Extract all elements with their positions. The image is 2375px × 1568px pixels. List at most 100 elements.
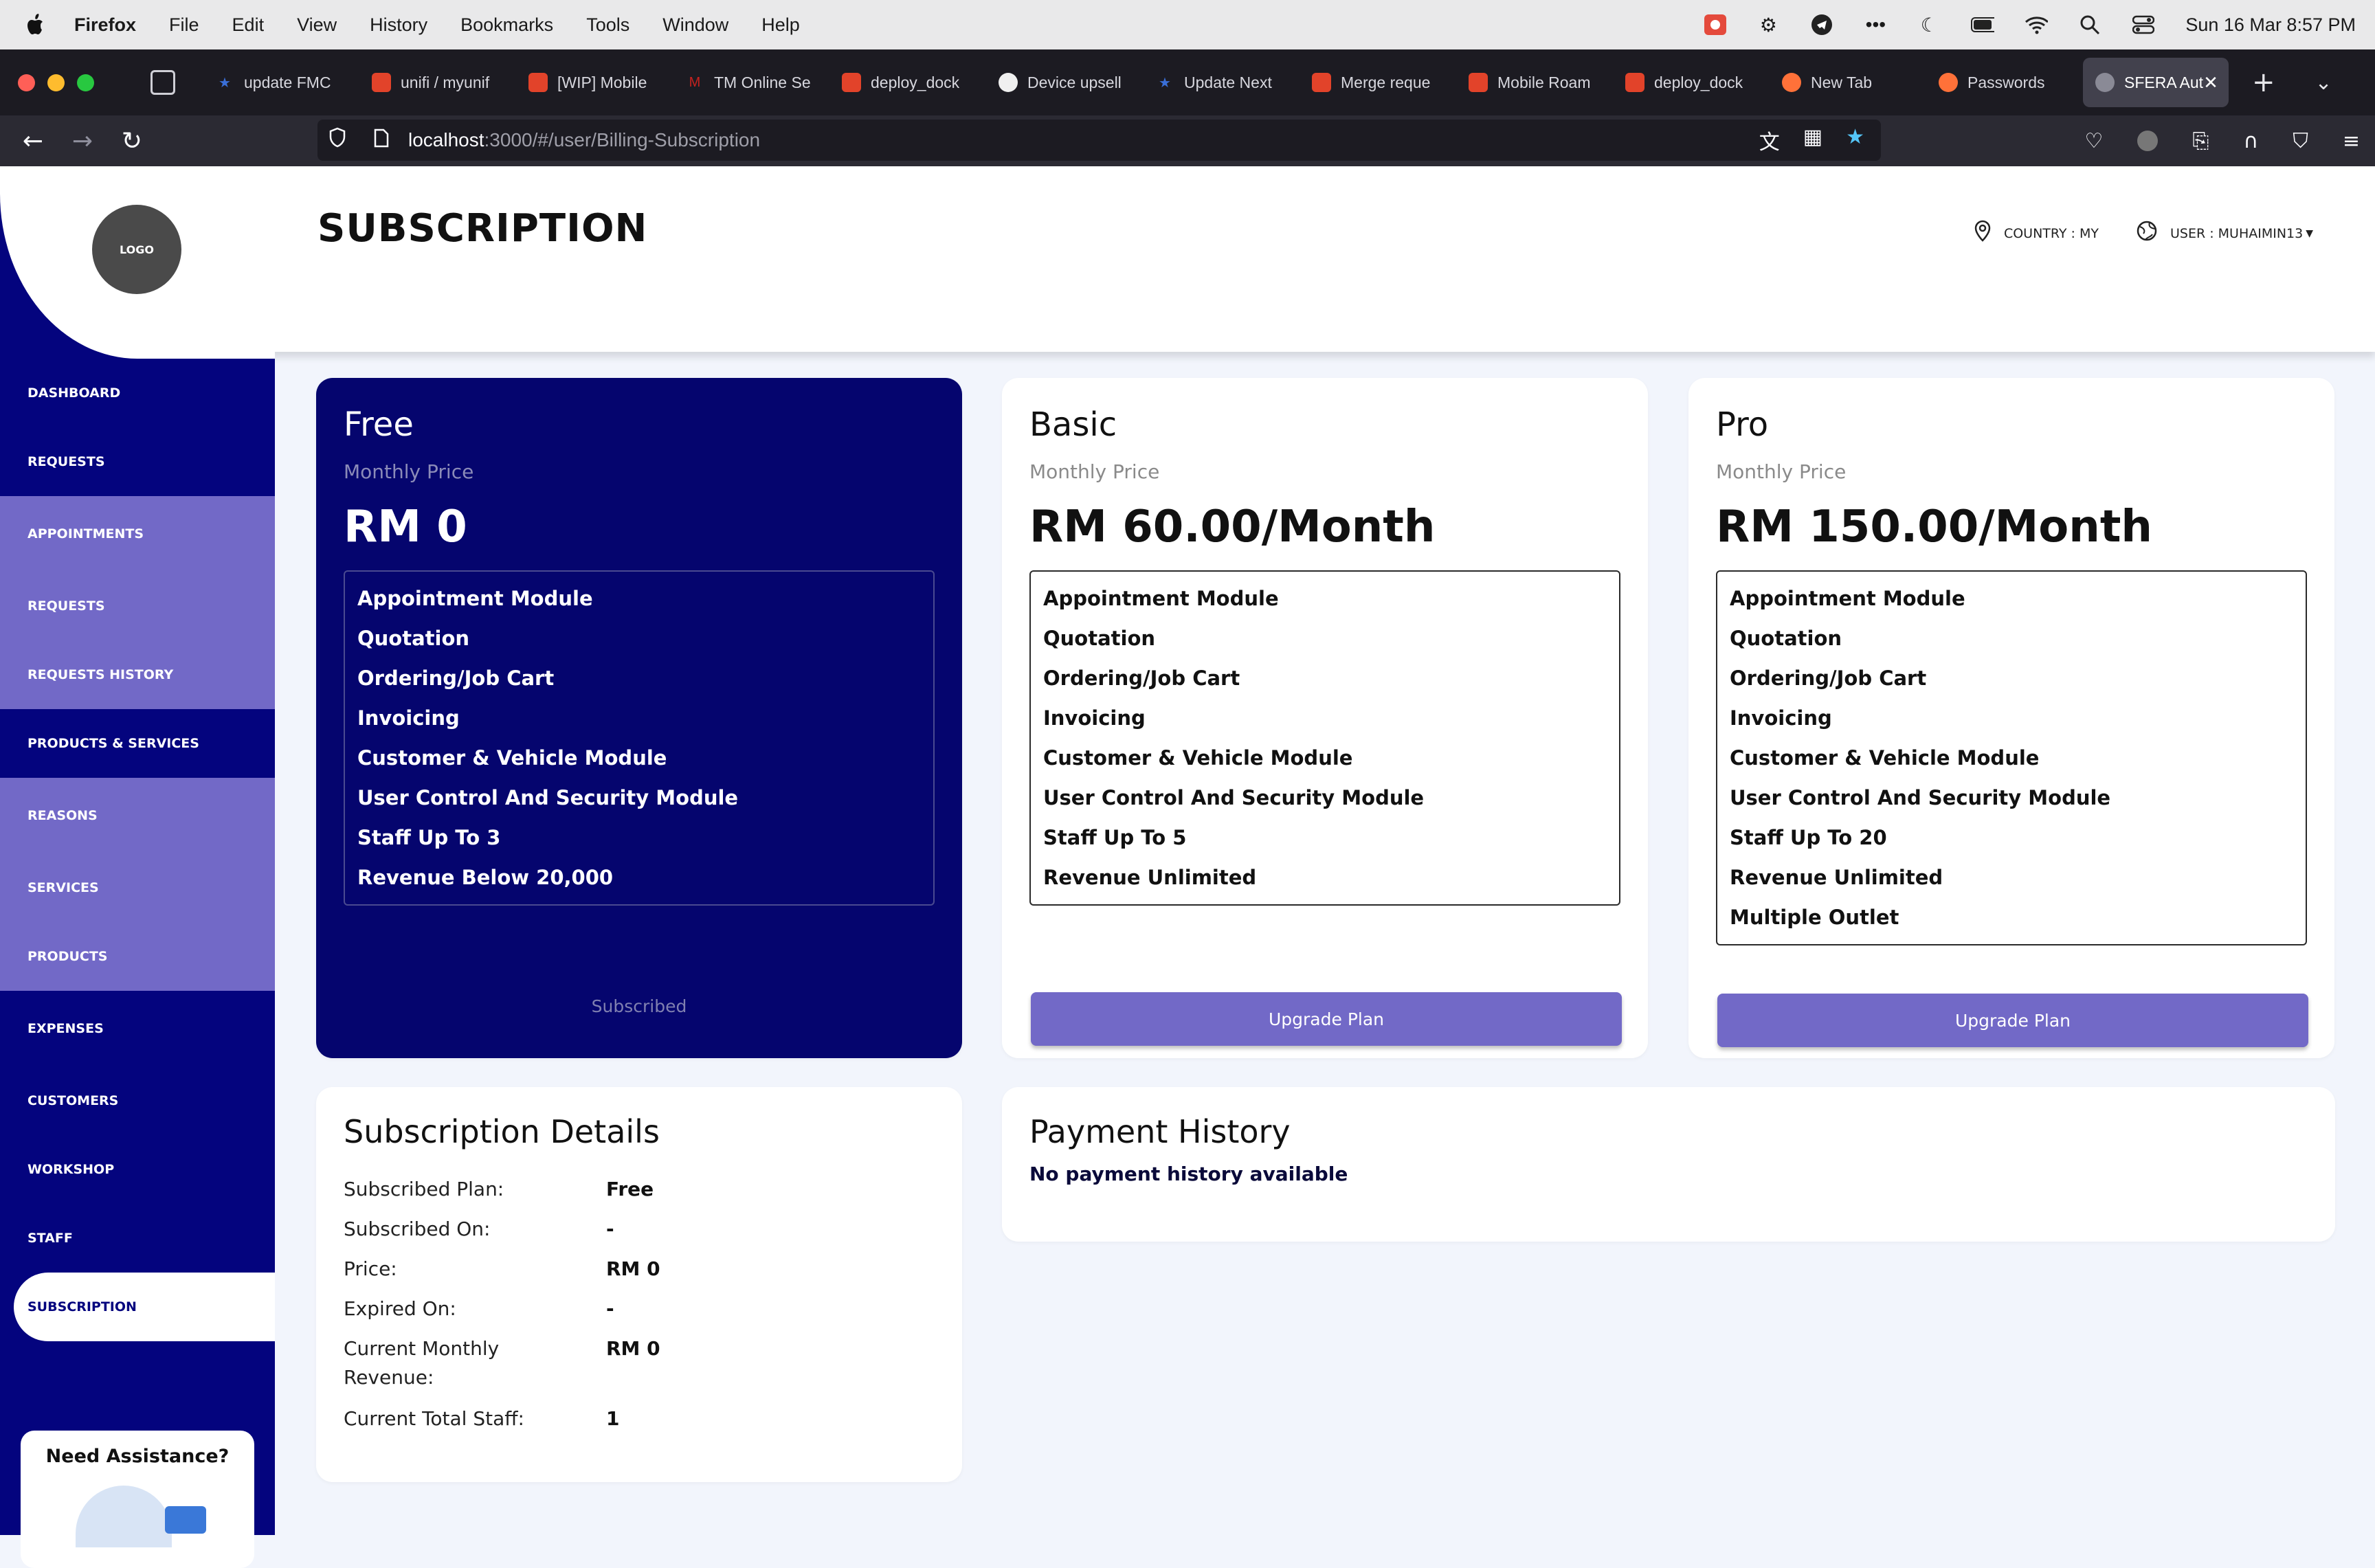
browser-tab[interactable]: deploy_dock bbox=[1613, 58, 1767, 107]
menubar-app-name[interactable]: Firefox bbox=[74, 14, 136, 36]
control-center-icon[interactable] bbox=[2132, 13, 2155, 36]
assistance-illustration bbox=[76, 1486, 172, 1547]
upgrade-plan-button[interactable]: Upgrade Plan bbox=[1717, 994, 2308, 1047]
plan-price-label: Monthly Price bbox=[1029, 460, 1160, 483]
browser-tab[interactable]: unifi / myunif bbox=[359, 58, 513, 107]
menubar-clock[interactable]: Sun 16 Mar 8:57 PM bbox=[2185, 14, 2356, 36]
star-icon: ★ bbox=[1159, 75, 1171, 91]
reload-icon[interactable]: ↻ bbox=[118, 127, 146, 155]
feature-item: User Control And Security Module bbox=[1730, 786, 2111, 809]
sidebar-item-products-services[interactable]: PRODUCTS & SERVICES bbox=[0, 709, 275, 778]
menu-window[interactable]: Window bbox=[662, 14, 728, 36]
chevron-down-icon[interactable]: ⌄ bbox=[2315, 71, 2332, 95]
screen-recorder-icon[interactable] bbox=[1703, 13, 1727, 36]
sidebar-item-reasons[interactable]: REASONS bbox=[0, 778, 275, 853]
browser-tab[interactable]: ★ update FMC bbox=[203, 58, 357, 107]
feature-item: Staff Up To 5 bbox=[1043, 826, 1187, 849]
plan-name: Free bbox=[344, 405, 414, 444]
telegram-icon[interactable] bbox=[1810, 13, 1833, 36]
macos-menubar: Firefox File Edit View History Bookmarks… bbox=[0, 0, 2375, 49]
minimize-window-button[interactable] bbox=[47, 74, 65, 91]
menu-history[interactable]: History bbox=[370, 14, 427, 36]
firefox-icon bbox=[1782, 73, 1801, 92]
feature-item: Staff Up To 20 bbox=[1730, 826, 1887, 849]
menu-bookmarks[interactable]: Bookmarks bbox=[460, 14, 553, 36]
search-icon[interactable] bbox=[2078, 13, 2101, 36]
sidebar-item-staff[interactable]: STAFF bbox=[0, 1204, 275, 1273]
grid-icon[interactable]: ▦ bbox=[1803, 125, 1822, 155]
browser-tab[interactable]: [WIP] Mobile bbox=[516, 58, 670, 107]
browser-tab[interactable]: ★ Update Next bbox=[1143, 58, 1297, 107]
dots-icon[interactable]: ••• bbox=[1864, 13, 1887, 36]
gitlab-icon bbox=[842, 73, 861, 92]
pocket-icon[interactable]: ♡ bbox=[2084, 129, 2103, 153]
plan-name: Basic bbox=[1029, 405, 1117, 444]
feature-item: Appointment Module bbox=[357, 587, 593, 610]
sidebar-item-appointments[interactable]: APPOINTMENTS bbox=[0, 496, 275, 572]
sidebar-item-requests-history[interactable]: REQUESTS HISTORY bbox=[0, 640, 275, 709]
extensions-icon[interactable]: ⎘ bbox=[2192, 129, 2209, 153]
translate-icon[interactable]: 文 bbox=[1759, 125, 1780, 155]
country-label: COUNTRY : MY bbox=[2003, 226, 2099, 241]
battery-icon[interactable] bbox=[1971, 13, 1995, 36]
page-icon[interactable] bbox=[374, 128, 389, 153]
headphones-icon[interactable]: ∩ bbox=[2243, 129, 2258, 153]
hamburger-menu-icon[interactable]: ≡ bbox=[2343, 129, 2360, 153]
close-window-button[interactable] bbox=[18, 74, 35, 91]
bug-icon[interactable]: ⚙ bbox=[1757, 13, 1780, 36]
sidebar-item-dashboard[interactable]: DASHBOARD bbox=[0, 359, 275, 427]
menu-help[interactable]: Help bbox=[761, 14, 800, 36]
zoom-window-button[interactable] bbox=[77, 74, 94, 91]
sidebar-item-products[interactable]: PRODUCTS bbox=[0, 922, 275, 991]
upgrade-plan-button[interactable]: Upgrade Plan bbox=[1031, 992, 1622, 1046]
url-bar[interactable]: localhost:3000/#/user/Billing-Subscripti… bbox=[317, 120, 1881, 161]
sidebar-item-sub-requests[interactable]: REQUESTS bbox=[0, 572, 275, 640]
menu-file[interactable]: File bbox=[169, 14, 199, 36]
browser-tab[interactable]: Device upsell bbox=[986, 58, 1140, 107]
menu-view[interactable]: View bbox=[297, 14, 337, 36]
window-controls bbox=[18, 74, 94, 91]
browser-tab[interactable]: M TM Online Se bbox=[673, 58, 827, 107]
menu-tools[interactable]: Tools bbox=[586, 14, 629, 36]
sidebar-item-requests[interactable]: REQUESTS bbox=[0, 427, 275, 496]
profile-avatar-icon[interactable] bbox=[2137, 131, 2159, 151]
browser-nav-bar: ← → ↻ localhost:3000/#/user/Billing-Subs… bbox=[0, 115, 2375, 166]
browser-tab[interactable]: New Tab bbox=[1770, 58, 1924, 107]
feature-item: Staff Up To 3 bbox=[357, 826, 501, 849]
country-selector[interactable]: COUNTRY : MY bbox=[1974, 220, 2099, 247]
browser-tab[interactable]: Merge reque bbox=[1300, 58, 1453, 107]
apple-icon[interactable] bbox=[26, 13, 47, 36]
forward-icon[interactable]: → bbox=[69, 127, 96, 155]
browser-tab[interactable]: Passwords bbox=[1926, 58, 2080, 107]
sidebar-item-subscription[interactable]: SUBSCRIPTION bbox=[14, 1273, 275, 1341]
sidebar-item-services[interactable]: SERVICES bbox=[0, 853, 275, 922]
browser-tab[interactable]: deploy_dock bbox=[829, 58, 983, 107]
browser-tab[interactable]: Mobile Roam bbox=[1456, 58, 1610, 107]
bookmark-star-icon[interactable]: ★ bbox=[1846, 125, 1864, 155]
shield-icon[interactable] bbox=[328, 127, 346, 153]
ublock-icon[interactable]: ⛉ bbox=[2293, 129, 2308, 153]
tab-overview-icon[interactable] bbox=[150, 70, 175, 95]
globe-icon bbox=[2136, 220, 2158, 247]
sidebar-item-expenses[interactable]: EXPENSES bbox=[0, 991, 275, 1066]
new-tab-icon[interactable]: + bbox=[2252, 67, 2275, 98]
back-icon[interactable]: ← bbox=[19, 127, 47, 155]
moon-icon[interactable]: ☾ bbox=[1917, 13, 1941, 36]
feature-item: Revenue Unlimited bbox=[1730, 866, 1943, 889]
menu-edit[interactable]: Edit bbox=[232, 14, 265, 36]
feature-item: Revenue Below 20,000 bbox=[357, 866, 614, 889]
close-tab-icon[interactable]: ✕ bbox=[2203, 72, 2218, 93]
gitlab-icon bbox=[372, 73, 391, 92]
subscription-details-title: Subscription Details bbox=[344, 1113, 660, 1150]
user-menu[interactable]: USER : MUHAIMIN13 ▼ bbox=[2136, 220, 2313, 247]
browser-tab-active[interactable]: SFERA Aut ✕ bbox=[2083, 58, 2229, 107]
sidebar-item-workshop[interactable]: WORKSHOP bbox=[0, 1135, 275, 1204]
sidebar-item-customers[interactable]: CUSTOMERS bbox=[0, 1066, 275, 1135]
plan-card-free: Free Monthly Price RM 0 Appointment Modu… bbox=[316, 378, 962, 1058]
plan-price-label: Monthly Price bbox=[1716, 460, 1847, 483]
app-logo[interactable]: LOGO bbox=[92, 205, 181, 294]
wifi-icon[interactable] bbox=[2025, 13, 2049, 36]
feature-item: User Control And Security Module bbox=[1043, 786, 1425, 809]
assistance-card[interactable]: Need Assistance? bbox=[21, 1431, 254, 1568]
feature-item: Invoicing bbox=[1043, 706, 1146, 730]
